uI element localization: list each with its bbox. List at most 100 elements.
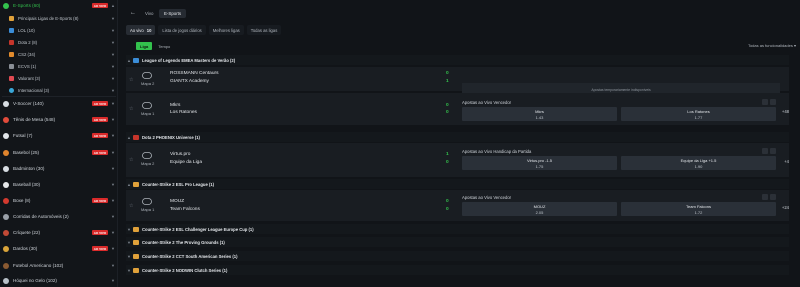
- dota-icon: [133, 134, 139, 140]
- odd-button[interactable]: Mkrs 1.43: [462, 107, 617, 121]
- more-markets-link[interactable]: +4: [784, 159, 789, 164]
- stats-icon[interactable]: [762, 194, 768, 200]
- back-arrow-icon[interactable]: ←: [127, 7, 139, 19]
- match-row[interactable]: ☆ Mapa 1 Mkrs Los Ratones 0 0 Apostas ao…: [126, 93, 789, 126]
- sort-by-time[interactable]: Tempo: [154, 42, 174, 50]
- chevron-up-icon[interactable]: ▲: [127, 58, 131, 63]
- breadcrumb-esports[interactable]: E-Sports: [159, 9, 187, 18]
- chevron-down-icon[interactable]: ▼: [111, 198, 115, 203]
- sidebar-item-ice-hockey[interactable]: Hóquei no Gelo (102) ▼: [0, 276, 117, 285]
- gamepad-icon: [142, 102, 152, 109]
- sidebar-subitem[interactable]: Valorant (3) ▼: [0, 74, 117, 82]
- sidebar-subitem[interactable]: Internacional (3) ▼: [0, 86, 117, 94]
- sidebar-subitem[interactable]: ECVS (1) ▼: [0, 62, 117, 70]
- chevron-down-icon[interactable]: ▼: [111, 246, 115, 251]
- odd-button[interactable]: Virtus.pro -1.5 1.75: [462, 156, 617, 170]
- more-markets-link[interactable]: +24: [782, 205, 789, 210]
- stats-icon[interactable]: [762, 99, 768, 105]
- sidebar-item-table-tennis[interactable]: Tênis de Mesa (548) AO VIVO ▼: [0, 115, 117, 124]
- more-markets-link[interactable]: +48: [782, 109, 789, 114]
- chevron-down-icon[interactable]: ▼: [111, 230, 115, 235]
- chevron-down-icon[interactable]: ▼: [111, 263, 115, 268]
- chevron-down-icon[interactable]: ▼: [127, 254, 131, 259]
- functions-label: Todas as funcionalidades: [747, 43, 793, 48]
- chevron-down-icon[interactable]: ▼: [111, 28, 115, 33]
- all-functions-dropdown[interactable]: Todas as funcionalidades ▾: [748, 43, 796, 48]
- chevron-down-icon[interactable]: ▼: [111, 88, 115, 93]
- sidebar-subitem[interactable]: CS2 (34) ▼: [0, 50, 117, 58]
- live-badge: AO VIVO: [92, 150, 108, 155]
- tab-daily-games[interactable]: Lista de jogos diários: [158, 25, 206, 35]
- live-badge: AO VIVO: [92, 198, 108, 203]
- chevron-down-icon[interactable]: ▼: [111, 64, 115, 69]
- tab-live[interactable]: Ao vivo 10: [126, 25, 156, 35]
- star-icon[interactable]: ☆: [129, 106, 133, 112]
- collapse-icon[interactable]: [770, 99, 776, 105]
- sidebar-item-darts[interactable]: Dardos (30) AO VIVO ▼: [0, 244, 117, 253]
- league-header[interactable]: ▼ Counter-Strike 2 NODWIN Clutch Series …: [126, 265, 789, 275]
- sidebar-item-motorsport[interactable]: Corridas de Automóveis (2) ▼: [0, 212, 117, 221]
- league-header[interactable]: ▼ Counter-Strike 2 The Proving Grounds (…: [126, 237, 789, 247]
- market-actions: [762, 194, 776, 200]
- chevron-up-icon[interactable]: ▲: [127, 182, 131, 187]
- live-badge: AO VIVO: [92, 117, 108, 122]
- sidebar-item-baseball[interactable]: Baseball (30) ▼: [0, 180, 117, 189]
- sidebar-item-cricket[interactable]: Críquete (22) AO VIVO ▼: [0, 228, 117, 237]
- odd-button[interactable]: Los Ratones 1.77: [621, 107, 776, 121]
- chevron-down-icon[interactable]: ▼: [111, 117, 115, 122]
- league-header[interactable]: ▲ League of Legends EMEA Masters de Verã…: [126, 55, 789, 65]
- star-icon[interactable]: ☆: [129, 77, 133, 83]
- chevron-down-icon[interactable]: ▼: [111, 76, 115, 81]
- chevron-down-icon[interactable]: ▼: [111, 16, 115, 21]
- league-header[interactable]: ▼ Counter-Strike 2 CCT South American Se…: [126, 251, 789, 261]
- sidebar-item-label: Críquete (22): [13, 230, 41, 235]
- sort-toggle: Liga Tempo: [136, 42, 174, 50]
- odd-button[interactable]: Equipe da Liga +1.5 1.90: [621, 156, 776, 170]
- chevron-down-icon[interactable]: ▼: [111, 278, 115, 283]
- chevron-down-icon[interactable]: ▼: [127, 268, 131, 273]
- sidebar-subitem[interactable]: Principais Ligas de E-Sports (8) ▼: [0, 14, 117, 22]
- collapse-icon[interactable]: [770, 148, 776, 154]
- chevron-down-icon[interactable]: ▼: [111, 150, 115, 155]
- tab-all-leagues[interactable]: Todas as ligas: [246, 25, 282, 35]
- stats-icon[interactable]: [762, 148, 768, 154]
- chevron-down-icon[interactable]: ▼: [111, 133, 115, 138]
- sidebar-item-label: V-Soccer (140): [13, 101, 44, 106]
- breadcrumb-live[interactable]: Vivo: [140, 9, 158, 18]
- star-icon[interactable]: ☆: [129, 157, 133, 163]
- chevron-down-icon[interactable]: ▼: [111, 52, 115, 57]
- star-icon[interactable]: ☆: [129, 203, 133, 209]
- sidebar-subitem[interactable]: LOL (10) ▼: [0, 26, 117, 34]
- league-name: Counter-Strike 2 The Proving Grounds (1): [142, 239, 225, 245]
- chevron-down-icon[interactable]: ▼: [111, 182, 115, 187]
- chevron-down-icon[interactable]: ▼: [111, 214, 115, 219]
- market-actions: [762, 99, 776, 105]
- chevron-down-icon[interactable]: ▼: [111, 40, 115, 45]
- chevron-down-icon[interactable]: ▼: [127, 240, 131, 245]
- sidebar-item-futsal[interactable]: Futsal (7) AO VIVO ▼: [0, 131, 117, 140]
- chevron-down-icon[interactable]: ▼: [111, 101, 115, 106]
- sidebar-subitem[interactable]: Dota 2 (8) ▼: [0, 38, 117, 46]
- chevron-down-icon[interactable]: ▼: [111, 166, 115, 171]
- chevron-down-icon[interactable]: ▼: [127, 227, 131, 232]
- collapse-icon[interactable]: [770, 194, 776, 200]
- sidebar-item-boxing[interactable]: Boxe (8) AO VIVO ▼: [0, 196, 117, 205]
- league-header[interactable]: ▲ Dota 2 PHOENIX Universe (1): [126, 132, 789, 142]
- map-label: Mapa 1: [141, 111, 155, 116]
- sidebar-item-vsoccer[interactable]: V-Soccer (140) AO VIVO ▼: [0, 99, 117, 108]
- match-row[interactable]: ☆ Mapa 2 Virtus.pro Equipe da Liga 1 0 A…: [126, 143, 789, 178]
- tab-label: Todas as ligas: [250, 27, 278, 33]
- odd-button[interactable]: MOUZ 2.05: [462, 202, 617, 216]
- league-header[interactable]: ▲ Counter-Strike 2 ESL Pro League (1): [126, 179, 789, 189]
- sidebar-item-basketball[interactable]: Basebol (25) AO VIVO ▼: [0, 148, 117, 157]
- league-header[interactable]: ▼ Counter-Strike 2 ESL Challenger League…: [126, 224, 789, 234]
- odd-button[interactable]: Team Falcons 1.72: [621, 202, 776, 216]
- sidebar-item-esports[interactable]: E-Sports (60) AO VIVO ▲: [0, 1, 117, 10]
- match-row[interactable]: ☆ Mapa 1 MOUZ Team Falcons 0 0 Apostas a…: [126, 190, 789, 222]
- chevron-up-icon[interactable]: ▲: [111, 3, 115, 8]
- tab-best-leagues[interactable]: Melhores ligas: [208, 25, 244, 35]
- chevron-up-icon[interactable]: ▲: [127, 135, 131, 140]
- sidebar-item-badminton[interactable]: Badminton (30) ▼: [0, 164, 117, 173]
- sidebar-item-american-football[interactable]: Futebol Americano (102) ▼: [0, 261, 117, 270]
- sort-by-league[interactable]: Liga: [136, 42, 153, 50]
